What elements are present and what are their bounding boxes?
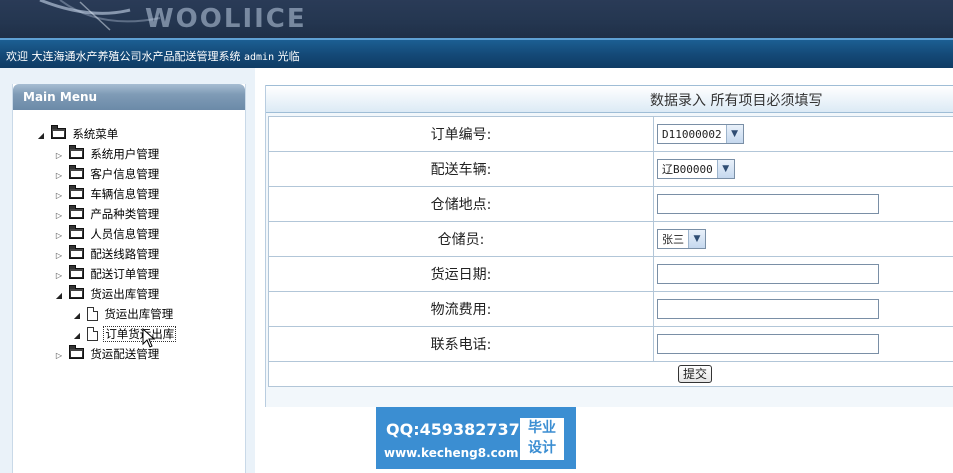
sidebar-item-label: 产品种类管理 bbox=[90, 207, 160, 221]
contact-phone-input[interactable] bbox=[657, 334, 879, 354]
sidebar-item-delivery-routes[interactable]: ▷ 配送线路管理 bbox=[13, 244, 245, 264]
logistics-cost-label: 物流费用: bbox=[268, 291, 654, 327]
welcome-suffix: 光临 bbox=[277, 50, 300, 63]
sidebar-item-personnel[interactable]: ▷ 人员信息管理 bbox=[13, 224, 245, 244]
watermark-banner: QQ:459382737 www.kecheng8.com 毕业 设计 bbox=[376, 407, 576, 469]
mouse-cursor-icon bbox=[142, 328, 156, 348]
collapsed-arrow-icon[interactable]: ▷ bbox=[53, 346, 65, 366]
shipping-date-input[interactable] bbox=[657, 264, 879, 284]
order-number-select[interactable]: D11000002 ▼ bbox=[657, 124, 744, 144]
sidebar-item-delivery-orders[interactable]: ▷ 配送订单管理 bbox=[13, 264, 245, 284]
sidebar-item-label: 货运出库管理 bbox=[90, 287, 160, 301]
form-row-storage-location: 仓储地点: bbox=[268, 186, 953, 222]
form-row-storekeeper: 仓储员: 张三 ▼ bbox=[268, 221, 953, 257]
sidebar-subitem-outbound-management[interactable]: ◢ 货运出库管理 bbox=[13, 304, 245, 324]
storage-location-label: 仓储地点: bbox=[268, 186, 654, 222]
order-number-value: D11000002 bbox=[662, 127, 722, 141]
form-row-submit: 提交 bbox=[268, 361, 953, 387]
leaf-arrow-icon: ◢ bbox=[73, 331, 81, 340]
collapsed-arrow-icon[interactable]: ▷ bbox=[53, 226, 65, 246]
storage-location-input[interactable] bbox=[657, 194, 879, 214]
chevron-down-icon[interactable]: ▼ bbox=[688, 230, 705, 248]
collapsed-arrow-icon[interactable]: ▷ bbox=[53, 266, 65, 286]
expanded-arrow-icon[interactable]: ◢ bbox=[53, 286, 65, 306]
sidebar-item-label: 人员信息管理 bbox=[90, 227, 160, 241]
watermark-badge-line2: 设计 bbox=[528, 440, 556, 456]
tree-root-system-menu[interactable]: ◢ 系统菜单 bbox=[13, 124, 245, 144]
leaf-arrow-icon: ◢ bbox=[73, 311, 81, 320]
sidebar-item-label: 配送线路管理 bbox=[90, 247, 160, 261]
order-number-label: 订单编号: bbox=[268, 116, 654, 152]
form-row-logistics-cost: 物流费用: bbox=[268, 291, 953, 327]
folder-icon bbox=[68, 285, 84, 299]
logistics-cost-input[interactable] bbox=[657, 299, 879, 319]
folder-icon bbox=[68, 145, 84, 159]
sidebar-item-product-types[interactable]: ▷ 产品种类管理 bbox=[13, 204, 245, 224]
expanded-arrow-icon[interactable]: ◢ bbox=[35, 126, 47, 146]
chevron-down-icon[interactable]: ▼ bbox=[716, 160, 734, 178]
tree-root-label: 系统菜单 bbox=[72, 127, 119, 141]
storekeeper-label: 仓储员: bbox=[268, 221, 654, 257]
welcome-text: 欢迎 大连海通水产养殖公司水产品配送管理系统 bbox=[6, 50, 241, 63]
collapsed-arrow-icon[interactable]: ▷ bbox=[53, 186, 65, 206]
sidebar-item-label: 货运配送管理 bbox=[90, 347, 160, 361]
collapsed-arrow-icon[interactable]: ▷ bbox=[53, 206, 65, 226]
watermark-badge-line1: 毕业 bbox=[528, 420, 556, 436]
folder-icon bbox=[68, 205, 84, 219]
vehicle-value: 辽B00000 bbox=[662, 163, 713, 176]
main-menu-panel: Main Menu ◢ 系统菜单 ▷ 系统用户管理 ▷ 客户信息管理 ▷ 车辆信… bbox=[12, 84, 246, 473]
collapsed-arrow-icon[interactable]: ▷ bbox=[53, 146, 65, 166]
folder-icon bbox=[68, 185, 84, 199]
sidebar-item-outbound-shipping[interactable]: ◢ 货运出库管理 bbox=[13, 284, 245, 304]
folder-icon bbox=[68, 345, 84, 359]
main-menu-title: Main Menu bbox=[13, 84, 245, 110]
form-row-vehicle: 配送车辆: 辽B00000 ▼ bbox=[268, 151, 953, 187]
sidebar-item-customers[interactable]: ▷ 客户信息管理 bbox=[13, 164, 245, 184]
vehicle-label: 配送车辆: bbox=[268, 151, 654, 187]
collapsed-arrow-icon[interactable]: ▷ bbox=[53, 246, 65, 266]
welcome-message: 欢迎 大连海通水产养殖公司水产品配送管理系统 admin 光临 bbox=[6, 48, 300, 64]
watermark-badge: 毕业 设计 bbox=[520, 418, 564, 460]
data-entry-panel: 数据录入 所有项目必须填写 订单编号: D11000002 ▼ 配送车辆: 辽B… bbox=[265, 85, 953, 407]
sidebar-subitem-order-outbound[interactable]: ◢ 订单货运出库 bbox=[13, 324, 245, 344]
shipping-date-label: 货运日期: bbox=[268, 256, 654, 292]
welcome-bar: 欢迎 大连海通水产养殖公司水产品配送管理系统 admin 光临 bbox=[0, 38, 953, 68]
sidebar-item-delivery-shipping[interactable]: ▷ 货运配送管理 bbox=[13, 344, 245, 364]
sidebar-subitem-label: 货运出库管理 bbox=[104, 307, 174, 321]
page-icon bbox=[86, 327, 98, 341]
form-row-contact-phone: 联系电话: bbox=[268, 326, 953, 362]
page-icon bbox=[86, 307, 98, 321]
left-sidebar: Main Menu ◢ 系统菜单 ▷ 系统用户管理 ▷ 客户信息管理 ▷ 车辆信… bbox=[0, 68, 255, 473]
folder-icon bbox=[68, 225, 84, 239]
watermark-qq: QQ:459382737 bbox=[386, 420, 520, 439]
storekeeper-value: 张三 bbox=[662, 233, 684, 246]
form-row-shipping-date: 货运日期: bbox=[268, 256, 953, 292]
form-row-order-number: 订单编号: D11000002 ▼ bbox=[268, 116, 953, 152]
data-entry-form: 订单编号: D11000002 ▼ 配送车辆: 辽B00000 ▼ 仓储地点: bbox=[268, 116, 953, 387]
folder-icon bbox=[68, 165, 84, 179]
current-user: admin bbox=[244, 52, 275, 63]
sidebar-item-label: 系统用户管理 bbox=[90, 147, 160, 161]
watermark-url: www.kecheng8.com bbox=[384, 446, 519, 460]
sidebar-item-system-users[interactable]: ▷ 系统用户管理 bbox=[13, 144, 245, 164]
top-banner: WOOLIICE bbox=[0, 0, 953, 38]
folder-icon bbox=[50, 125, 66, 139]
folder-icon bbox=[68, 265, 84, 279]
banner-logo-text: WOOLIICE bbox=[145, 4, 307, 34]
sidebar-item-label: 配送订单管理 bbox=[90, 267, 160, 281]
folder-icon bbox=[68, 245, 84, 259]
submit-button[interactable]: 提交 bbox=[677, 365, 712, 383]
sidebar-item-label: 客户信息管理 bbox=[90, 167, 160, 181]
sidebar-item-label: 车辆信息管理 bbox=[90, 187, 160, 201]
sidebar-subitem-label: 订单货运出库 bbox=[103, 326, 177, 342]
vehicle-select[interactable]: 辽B00000 ▼ bbox=[657, 159, 735, 179]
collapsed-arrow-icon[interactable]: ▷ bbox=[53, 166, 65, 186]
chevron-down-icon[interactable]: ▼ bbox=[725, 125, 743, 143]
sidebar-item-vehicles[interactable]: ▷ 车辆信息管理 bbox=[13, 184, 245, 204]
storekeeper-select[interactable]: 张三 ▼ bbox=[657, 229, 706, 249]
contact-phone-label: 联系电话: bbox=[268, 326, 654, 362]
form-header-title: 数据录入 所有项目必须填写 bbox=[650, 93, 823, 109]
menu-tree: ◢ 系统菜单 ▷ 系统用户管理 ▷ 客户信息管理 ▷ 车辆信息管理 ▷ 产品种类… bbox=[13, 124, 245, 364]
form-header: 数据录入 所有项目必须填写 bbox=[266, 85, 953, 113]
